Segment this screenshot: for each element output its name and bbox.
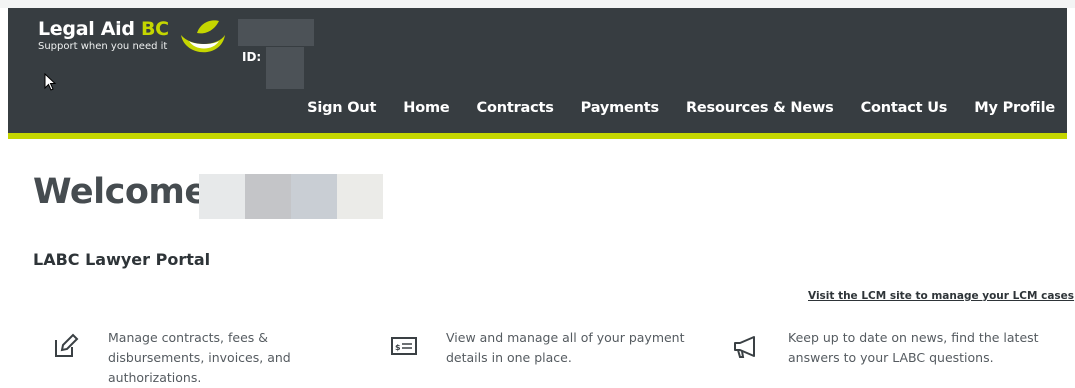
svg-text:$: $ bbox=[395, 343, 401, 352]
edit-icon bbox=[55, 333, 79, 357]
nav-contact-us[interactable]: Contact Us bbox=[861, 100, 948, 116]
feature-payments: $ View and manage all of your payment de… bbox=[390, 328, 706, 368]
header-accent-bar bbox=[8, 133, 1067, 139]
redacted-user-name bbox=[238, 19, 314, 46]
nav-resources-news[interactable]: Resources & News bbox=[686, 100, 834, 116]
lcm-link-label: Visit the LCM site to manage your LCM ca… bbox=[808, 290, 1075, 302]
logo-title: Legal Aid BC bbox=[38, 18, 169, 40]
site-logo[interactable]: Legal Aid BC Support when you need it bbox=[38, 18, 169, 53]
feature-contracts: Manage contracts, fees & disbursements, … bbox=[52, 328, 368, 388]
feature-contracts-text: Manage contracts, fees & disbursements, … bbox=[108, 330, 291, 385]
nav-sign-out[interactable]: Sign Out bbox=[307, 100, 376, 116]
welcome-heading: Welcome bbox=[33, 172, 208, 212]
logo-tagline: Support when you need it bbox=[38, 41, 168, 52]
nav-home[interactable]: Home bbox=[403, 100, 449, 116]
portal-title: LABC Lawyer Portal bbox=[33, 250, 211, 269]
megaphone-icon bbox=[734, 336, 755, 358]
feature-payments-text: View and manage all of your payment deta… bbox=[446, 330, 685, 365]
logo-title-accent: BC bbox=[141, 18, 169, 40]
logo-mark-icon bbox=[181, 20, 225, 53]
feature-news-text: Keep up to date on news, find the latest… bbox=[788, 330, 1039, 365]
nav-my-profile[interactable]: My Profile bbox=[974, 100, 1055, 116]
mouse-cursor-icon bbox=[44, 73, 57, 91]
redacted-user-id bbox=[266, 47, 304, 89]
nav-payments[interactable]: Payments bbox=[581, 100, 659, 116]
lcm-site-link[interactable]: Visit the LCM site to manage your LCM ca… bbox=[808, 290, 1075, 302]
top-strip bbox=[0, 0, 1075, 8]
feature-news: Keep up to date on news, find the latest… bbox=[732, 328, 1048, 368]
id-label: ID: bbox=[242, 50, 262, 64]
main-nav: Sign Out Home Contracts Payments Resourc… bbox=[280, 100, 1055, 116]
nav-contracts[interactable]: Contracts bbox=[477, 100, 554, 116]
payment-icon: $ bbox=[391, 337, 417, 355]
logo-title-main: Legal Aid bbox=[38, 18, 135, 40]
